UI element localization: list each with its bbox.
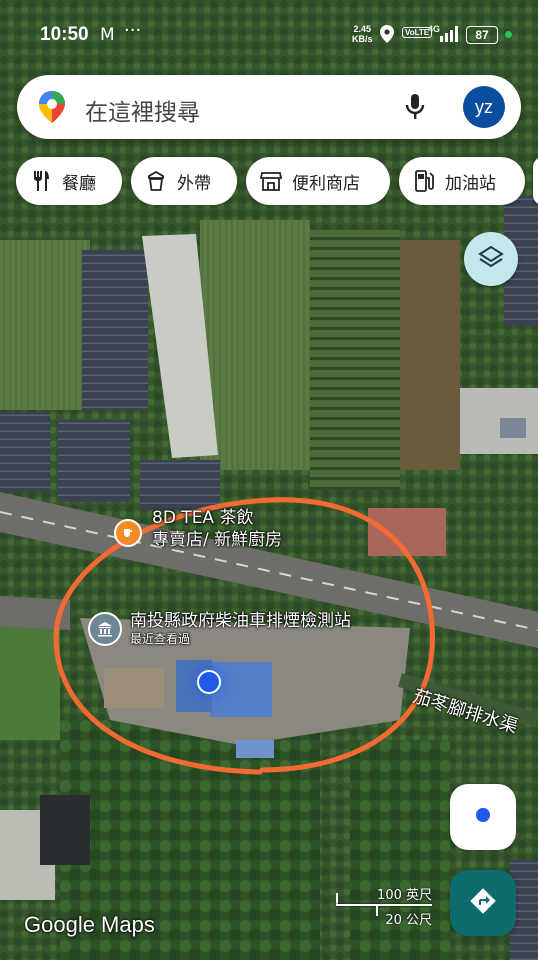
privacy-indicator-dot bbox=[505, 31, 512, 38]
more-notifications-icon: ··· bbox=[124, 20, 142, 41]
status-bar: 10:50 M ··· 2.45 KB/s VoLTE 4G 87 bbox=[0, 0, 538, 70]
store-icon bbox=[260, 170, 282, 192]
poi-station-label[interactable]: 南投縣政府柴油車排煙檢測站 最近查看過 bbox=[130, 610, 351, 646]
fork-knife-icon bbox=[30, 170, 52, 192]
my-location-button[interactable] bbox=[450, 784, 516, 850]
signal-icon bbox=[438, 26, 460, 46]
government-building-icon[interactable] bbox=[88, 612, 122, 646]
chip-convenience-store[interactable]: 便利商店 bbox=[246, 157, 390, 205]
layers-icon bbox=[478, 244, 504, 274]
gmail-notification-icon: M bbox=[100, 25, 115, 45]
chip-label: 外帶 bbox=[177, 173, 211, 194]
chip-label: 加油站 bbox=[445, 173, 496, 194]
chip-label: 餐廳 bbox=[62, 173, 96, 194]
directions-icon bbox=[468, 886, 498, 920]
battery-icon: 87 bbox=[466, 26, 498, 44]
recently-viewed-label: 最近查看過 bbox=[130, 632, 191, 646]
google-maps-logo: Google Maps bbox=[24, 912, 155, 937]
layers-button[interactable] bbox=[464, 232, 518, 286]
poi-cafe-label[interactable]: 8D TEA 茶飲 專賣店/ 新鮮廚房 bbox=[152, 507, 282, 551]
account-avatar[interactable]: yz bbox=[463, 86, 505, 128]
scale-imperial: 100 英尺 bbox=[377, 888, 432, 903]
microphone-icon[interactable] bbox=[405, 93, 425, 125]
map-scale: 100 英尺 20 公尺 bbox=[336, 884, 436, 928]
chip-gas-station[interactable]: 加油站 bbox=[399, 157, 525, 205]
chip-more[interactable] bbox=[533, 157, 538, 205]
chip-restaurants[interactable]: 餐廳 bbox=[16, 157, 122, 205]
cafe-icon[interactable] bbox=[114, 519, 142, 547]
clock: 10:50 bbox=[40, 24, 89, 45]
location-target-icon bbox=[473, 805, 493, 829]
takeout-icon bbox=[145, 170, 167, 192]
search-bar[interactable]: 在這裡搜尋 yz bbox=[17, 75, 521, 139]
search-input[interactable]: 在這裡搜尋 bbox=[85, 93, 200, 127]
directions-button[interactable] bbox=[450, 870, 516, 936]
net-speed: 2.45 KB/s bbox=[352, 24, 373, 44]
chip-takeout[interactable]: 外帶 bbox=[131, 157, 237, 205]
scale-metric: 20 公尺 bbox=[385, 913, 432, 928]
current-location-dot bbox=[197, 670, 221, 694]
gas-station-icon bbox=[413, 170, 435, 192]
location-status-icon bbox=[380, 25, 394, 47]
chip-label: 便利商店 bbox=[292, 173, 360, 194]
google-maps-pin-icon bbox=[37, 90, 67, 128]
